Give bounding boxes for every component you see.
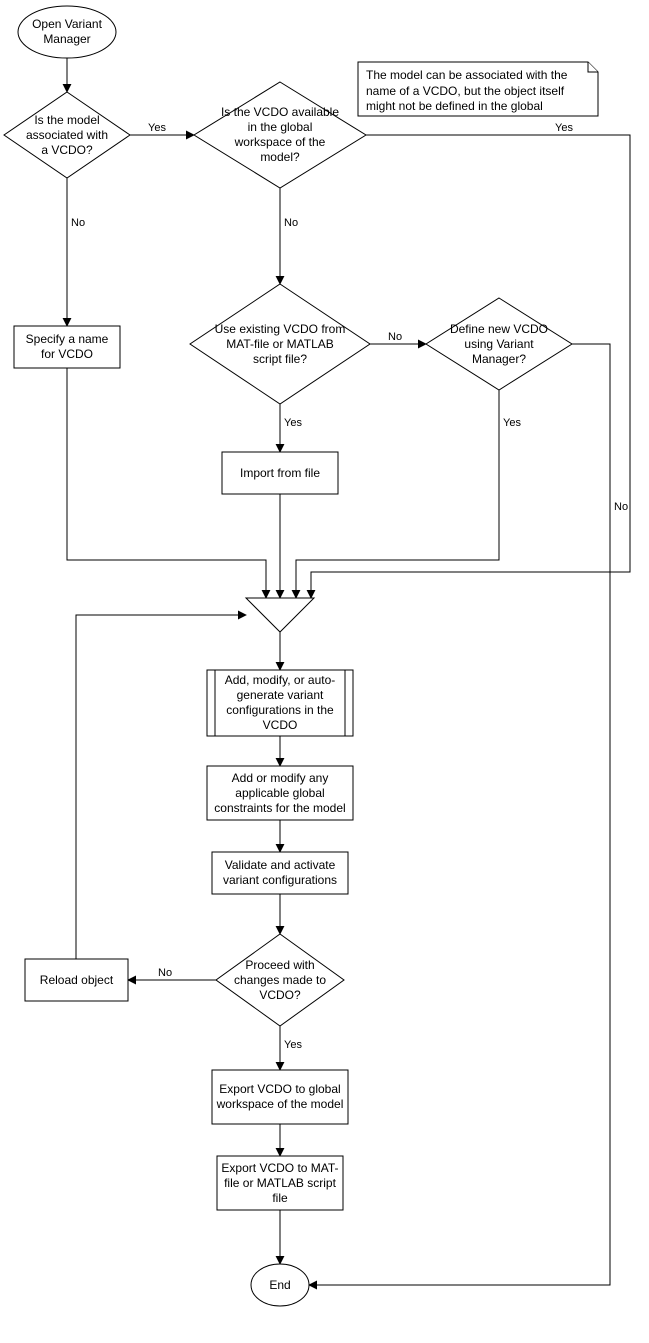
edge-label-d5-no: No [158, 967, 172, 979]
label-end: End [251, 1264, 309, 1306]
node-specify-name: Specify a name for VCDO [14, 326, 120, 368]
node-decision-available: Is the VCDO available in the global work… [194, 82, 366, 188]
label-note: The model can be associated with the nam… [358, 62, 598, 116]
node-export-workspace: Export VCDO to global workspace of the m… [212, 1070, 348, 1124]
node-decision-associated: Is the model associated with a VCDO? [4, 92, 130, 178]
label-exportfile: Export VCDO to MAT-file or MATLAB script… [217, 1156, 343, 1210]
edge-label-d4-no: No [614, 501, 628, 513]
label-reload: Reload object [25, 959, 128, 1001]
edge-label-d3-yes: Yes [284, 417, 302, 429]
label-start: Open Variant Manager [18, 6, 116, 58]
node-import: Import from file [222, 452, 338, 494]
label-d4: Define new VCDO using Variant Manager? [442, 312, 556, 376]
label-constraints: Add or modify any applicable global cons… [207, 766, 353, 820]
label-d1: Is the model associated with a VCDO? [18, 100, 116, 170]
node-constraints: Add or modify any applicable global cons… [207, 766, 353, 820]
label-addmodify: Add, modify, or auto-generate variant co… [219, 670, 341, 736]
label-d5: Proceed with changes made to VCDO? [228, 948, 332, 1012]
label-specify: Specify a name for VCDO [14, 326, 120, 368]
edge-label-d2-no: No [284, 217, 298, 229]
node-start: Open Variant Manager [18, 6, 116, 58]
node-note: The model can be associated with the nam… [358, 62, 598, 116]
node-decision-proceed: Proceed with changes made to VCDO? [216, 934, 344, 1026]
edge-label-d2-yes: Yes [555, 122, 573, 134]
label-validate: Validate and activate variant configurat… [212, 852, 348, 894]
label-import: Import from file [222, 452, 338, 494]
edge-label-d1-no: No [71, 217, 85, 229]
node-validate: Validate and activate variant configurat… [212, 852, 348, 894]
edge-d4-no [309, 344, 610, 1285]
label-d2: Is the VCDO available in the global work… [215, 95, 345, 175]
node-decision-use-existing: Use existing VCDO from MAT-file or MATLA… [190, 284, 370, 404]
node-merge [246, 598, 314, 632]
node-reload: Reload object [25, 959, 128, 1001]
edge-label-d3-no: No [388, 331, 402, 343]
flowchart-canvas: Open Variant Manager Is the model associ… [0, 0, 649, 1343]
label-exportws: Export VCDO to global workspace of the m… [212, 1070, 348, 1124]
edge-label-d4-yes: Yes [503, 417, 521, 429]
label-d3: Use existing VCDO from MAT-file or MATLA… [210, 300, 350, 388]
node-add-modify: Add, modify, or auto-generate variant co… [207, 670, 353, 736]
edge-label-d1-yes: Yes [148, 122, 166, 134]
node-decision-define-new: Define new VCDO using Variant Manager? [426, 298, 572, 390]
node-export-file: Export VCDO to MAT-file or MATLAB script… [217, 1156, 343, 1210]
edge-label-d5-yes: Yes [284, 1039, 302, 1051]
node-end: End [251, 1264, 309, 1306]
